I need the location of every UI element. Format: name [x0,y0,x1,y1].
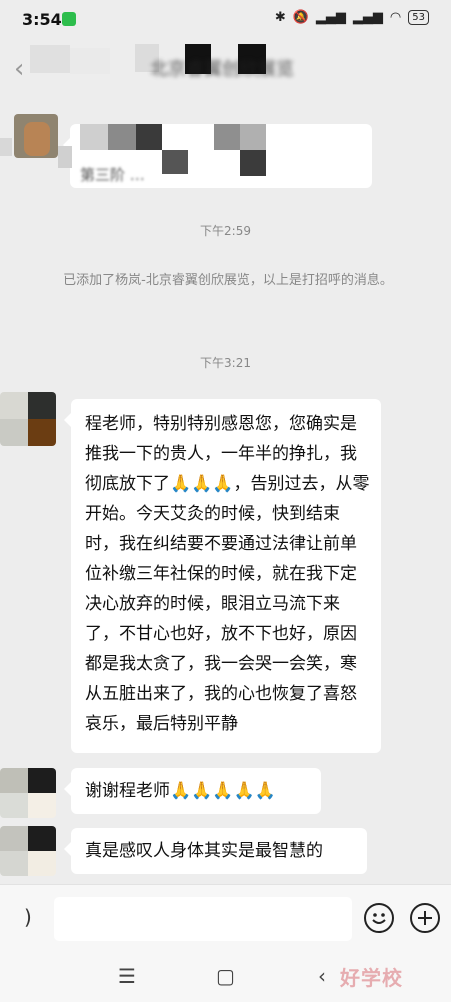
battery-icon: 53 [408,10,429,25]
menu-icon[interactable]: ☰ [118,964,136,988]
plus-icon[interactable] [410,903,440,933]
back-icon[interactable]: ‹ [318,964,326,988]
contact-avatar[interactable] [0,826,56,876]
home-icon[interactable]: ▢ [216,964,235,988]
chat-title[interactable]: 北京睿翼创欣展览 [150,55,294,81]
emoji-icon[interactable] [364,903,394,933]
bluetooth-icon: ✱ [274,10,286,25]
message-text: 真是感叹人身体其实是最智慧的 [85,841,323,861]
voice-icon[interactable]: ) [24,905,32,929]
contact-avatar[interactable] [0,768,56,818]
status-icons: ✱ 🔕 ▂▄▆ ▂▄▆ ◠ 53 [275,10,429,25]
system-message: 已添加了杨岚-北京睿翼创欣展览，以上是打招呼的消息。 [63,273,393,288]
chat-title-bar: ‹ 北京睿翼创欣展览 [0,40,451,100]
watermark-logo: 好学校 [340,966,403,990]
wechat-notification-icon [62,12,76,26]
contact-avatar[interactable] [0,392,56,446]
wifi-icon: ◠ [389,10,402,25]
message-bubble[interactable]: 谢谢程老师🙏🙏🙏🙏🙏 [64,768,321,814]
mute-icon: 🔕 [292,10,309,25]
message-input[interactable] [54,897,352,941]
message-bubble[interactable]: 真是感叹人身体其实是最智慧的 [64,828,367,874]
message-text: 谢谢程老师🙏🙏🙏🙏🙏 [85,781,276,801]
message-bubble-obscured[interactable]: 第三阶 … [63,124,372,188]
input-bar: ) [0,884,451,955]
obscured-text: 第三阶 … [80,166,145,184]
message-text: 程老师，特别特别感恩您，您确实是推我一下的贵人，一年半的挣扎，我彻底放下了🙏🙏🙏… [85,414,370,734]
signal-icon: ▂▄▆ [315,10,346,25]
contact-avatar[interactable] [14,114,58,158]
status-time: 3:54 [22,10,62,29]
signal-icon: ▂▄▆ [352,10,383,25]
timestamp: 下午2:59 [200,224,251,238]
timestamp: 下午3:21 [200,356,251,370]
message-bubble[interactable]: 程老师，特别特别感恩您，您确实是推我一下的贵人，一年半的挣扎，我彻底放下了🙏🙏🙏… [64,399,381,753]
status-bar: 3:54 ✱ 🔕 ▂▄▆ ▂▄▆ ◠ 53 [0,0,451,40]
